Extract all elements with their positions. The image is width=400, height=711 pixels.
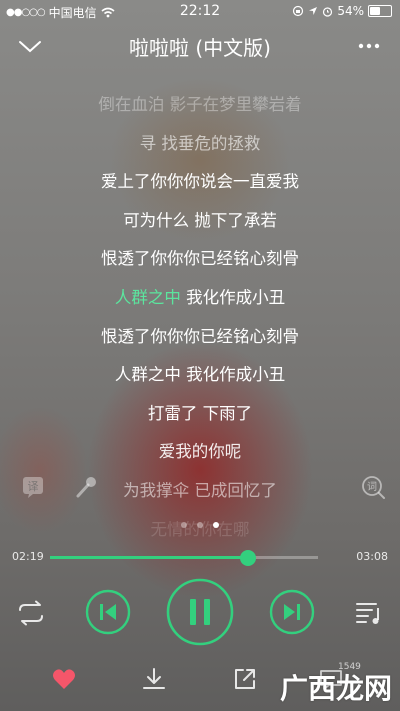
rotation-lock-icon <box>293 5 304 17</box>
watermark: 广西龙网 <box>280 667 392 707</box>
lyric-line[interactable]: 可为什么 抛下了承若 <box>0 202 400 241</box>
lyric-text: 爱上了你你你说会一直爱我 <box>101 172 299 192</box>
lyric-text: 恨透了你你你已经铭心刻骨 <box>101 326 299 346</box>
lyric-text: 寻 找垂危的拯救 <box>139 133 261 153</box>
playlist-icon[interactable] <box>354 600 384 626</box>
lyric-text: 打雷了 下雨了 <box>147 403 253 423</box>
lyric-line[interactable]: 倒在血泊 影子在梦里攀岩着 <box>0 86 400 125</box>
watermark-text: 广西龙网 <box>279 672 392 705</box>
lyric-line[interactable]: 爱我的你呢 <box>0 433 400 472</box>
battery-percent: 54% <box>337 4 364 18</box>
lyric-text: 可为什么 抛下了承若 <box>123 210 277 230</box>
lyric-line[interactable]: 恨透了你你你已经铭心刻骨 <box>0 240 400 279</box>
song-title: 啦啦啦 (中文版) <box>129 36 271 60</box>
lyric-line[interactable]: 无情的你在哪 <box>0 511 400 550</box>
elapsed-time: 02:19 <box>12 550 44 563</box>
progress-played <box>50 556 249 559</box>
next-icon[interactable] <box>269 589 315 635</box>
lyric-text: 倒在血泊 影子在梦里攀岩着 <box>98 95 302 114</box>
lyric-text: 爱我的你呢 <box>158 442 242 462</box>
total-time: 03:08 <box>356 550 388 563</box>
repeat-icon[interactable] <box>16 600 46 626</box>
svg-text:译: 译 <box>28 480 39 493</box>
more-icon[interactable] <box>354 34 384 58</box>
lyric-line[interactable]: 爱上了你你你说会一直爱我 <box>0 163 400 202</box>
lyric-line[interactable]: 人群之中 我化作成小丑 <box>0 279 400 318</box>
chevron-down-icon[interactable] <box>16 34 44 58</box>
progress-bar[interactable]: 02:19 03:08 <box>0 546 400 568</box>
lyric-text: 为我撑伞 已成回忆了 <box>123 480 277 500</box>
page-dot[interactable] <box>197 522 203 528</box>
lyric-line[interactable]: 打雷了 下雨了 <box>0 395 400 434</box>
lyric-text: 我化作成小丑 <box>186 287 286 307</box>
translate-icon[interactable]: 译 <box>20 474 46 500</box>
lyric-text: 人群之中 我化作成小丑 <box>114 365 286 385</box>
page-dot[interactable] <box>213 522 219 528</box>
lyric-highlight: 人群之中 <box>114 287 187 307</box>
svg-text:词: 词 <box>367 481 377 493</box>
lyric-line[interactable]: 人群之中 我化作成小丑 <box>0 356 400 395</box>
progress-knob[interactable] <box>240 550 257 566</box>
word-search-icon[interactable]: 词 <box>360 474 386 500</box>
status-bar: ●●○○○ 中国电信 22:12 54% <box>0 0 400 24</box>
pause-icon[interactable] <box>165 577 235 647</box>
player-header: 啦啦啦 (中文版) <box>0 28 400 64</box>
share-icon[interactable] <box>232 666 258 692</box>
lyric-line[interactable]: 寻 找垂危的拯救 <box>0 125 400 164</box>
lyric-line[interactable]: 为我撑伞 已成回忆了 <box>0 472 400 511</box>
lyrics-panel[interactable]: 倒在血泊 影子在梦里攀岩着寻 找垂危的拯救爱上了你你你说会一直爱我 可为什么 抛下… <box>0 86 400 549</box>
playback-controls <box>0 574 400 654</box>
battery-icon <box>368 5 392 17</box>
heart-icon[interactable] <box>52 668 76 690</box>
page-indicator[interactable] <box>0 522 400 528</box>
progress-track[interactable] <box>50 550 318 566</box>
previous-icon[interactable] <box>85 589 131 635</box>
download-icon[interactable] <box>141 666 167 692</box>
lyric-line[interactable]: 恨透了你你你已经铭心刻骨 <box>0 318 400 357</box>
microphone-icon[interactable] <box>74 474 100 500</box>
page-dot[interactable] <box>181 522 187 528</box>
lyric-text: 恨透了你你你已经铭心刻骨 <box>101 249 299 269</box>
location-icon <box>309 7 318 15</box>
alarm-icon <box>323 6 333 17</box>
